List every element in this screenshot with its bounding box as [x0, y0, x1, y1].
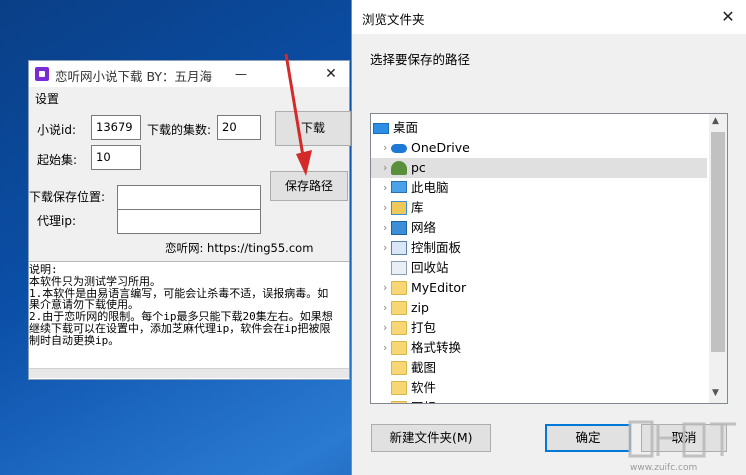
library-icon	[391, 201, 407, 215]
novel-id-input[interactable]: 13679	[91, 115, 141, 140]
tree-item[interactable]: › pc	[371, 158, 707, 178]
notes-scrollbar[interactable]	[29, 368, 349, 378]
site-link[interactable]: 恋听网: https://ting55.com	[165, 240, 313, 256]
save-path-label: 下载保存位置:	[29, 190, 106, 204]
proxy-input[interactable]	[117, 209, 261, 234]
menu-settings[interactable]: 设置	[35, 90, 59, 107]
tree-item[interactable]: › 网络	[371, 218, 707, 238]
control-panel-icon	[391, 241, 407, 255]
network-icon	[391, 221, 407, 235]
tree-item[interactable]: › 控制面板	[371, 238, 707, 258]
watermark-logo: www.zuifc.com	[628, 420, 736, 473]
tree-item[interactable]: 截图	[371, 358, 707, 378]
folder-tree[interactable]: 桌面 › OneDrive › pc › 此电脑 › 库 › 网络 › 控制面板回收站 › MyEditor…	[370, 113, 728, 404]
tree-item[interactable]: › 打包	[371, 318, 707, 338]
notes-textarea[interactable]: 说明: 本软件只为测试学习所用。 1.本软件是由易语言编写，可能会让杀毒不适，误…	[29, 261, 349, 379]
episodes-input[interactable]: 20	[217, 115, 261, 140]
scroll-up-icon[interactable]: ▲	[712, 116, 719, 126]
desktop-icon	[373, 123, 389, 134]
minimize-button[interactable]: —	[229, 65, 253, 83]
ok-button[interactable]: 确定	[545, 424, 631, 452]
scroll-thumb[interactable]	[711, 132, 725, 352]
tree-item-label: 控制面板	[411, 240, 462, 255]
tree-item-label: 桌面	[393, 120, 419, 135]
start-episode-input[interactable]: 10	[91, 145, 141, 170]
start-episode-label: 起始集:	[37, 153, 78, 167]
tree-item[interactable]: › zip	[371, 298, 707, 318]
novel-id-label: 小说id:	[37, 123, 76, 137]
folder-icon	[391, 341, 407, 355]
tree-item-label: 格式转换	[411, 340, 462, 355]
folder-icon	[391, 361, 407, 375]
tree-item[interactable]: 软件	[371, 378, 707, 398]
tree-item-label: 截图	[411, 360, 437, 375]
tree-item-label: 图标	[411, 398, 436, 403]
tree-item[interactable]: › MyEditor	[371, 278, 707, 298]
tree-item[interactable]: › 格式转换	[371, 338, 707, 358]
user-icon	[391, 161, 407, 175]
app-title: 恋听网小说下载 BY：五月海	[55, 69, 213, 84]
episodes-label: 下载的集数:	[147, 123, 212, 137]
tree-item[interactable]: › 此电脑	[371, 178, 707, 198]
tree-item-label: MyEditor	[411, 280, 467, 295]
folder-icon	[391, 401, 407, 403]
computer-icon	[391, 181, 407, 193]
proxy-label: 代理ip:	[37, 214, 76, 228]
dialog-close-button[interactable]: ✕	[716, 7, 740, 26]
dialog-titlebar: 浏览文件夹 ✕	[352, 0, 746, 34]
folder-icon	[391, 381, 407, 395]
red-arrow-annotation	[284, 53, 312, 176]
tree-item[interactable]: 回收站	[371, 258, 707, 278]
dialog-title: 浏览文件夹	[362, 12, 425, 27]
dialog-prompt: 选择要保存的路径	[370, 52, 471, 67]
tree-item[interactable]: 图标	[371, 398, 707, 403]
notes-text: 说明: 本软件只为测试学习所用。 1.本软件是由易语言编写，可能会让杀毒不适，误…	[29, 264, 333, 347]
tree-item-label: 网络	[411, 220, 437, 235]
tree-item-label: 软件	[411, 380, 437, 395]
folder-icon	[391, 321, 407, 335]
tree-item-label: 库	[411, 200, 424, 215]
tree-item[interactable]: 桌面	[371, 118, 707, 138]
tree-item-label: OneDrive	[411, 140, 470, 155]
browse-folder-dialog: 浏览文件夹 ✕ 选择要保存的路径 桌面 › OneDrive › pc › 此电脑 › 库 › 网络…	[351, 0, 746, 475]
folder-icon	[391, 301, 407, 315]
tree-scrollbar[interactable]: ▲ ▼	[709, 114, 727, 403]
folder-icon	[391, 281, 407, 295]
scroll-down-icon[interactable]: ▼	[712, 388, 719, 398]
save-path-input[interactable]	[117, 185, 261, 210]
tree-item-label: pc	[411, 160, 426, 175]
close-button[interactable]: ✕	[319, 65, 343, 83]
cloud-icon	[391, 144, 407, 153]
tree-item-label: zip	[411, 300, 429, 315]
tree-item-label: 此电脑	[411, 180, 449, 195]
tree-item-label: 回收站	[411, 260, 449, 275]
tree-item[interactable]: › OneDrive	[371, 138, 707, 158]
tree-item-label: 打包	[411, 320, 437, 335]
recycle-bin-icon	[391, 261, 407, 275]
app-icon	[35, 67, 49, 81]
new-folder-button[interactable]: 新建文件夹(M)	[371, 424, 491, 452]
tree-item[interactable]: › 库	[371, 198, 707, 218]
watermark-text: www.zuifc.com	[630, 463, 697, 473]
